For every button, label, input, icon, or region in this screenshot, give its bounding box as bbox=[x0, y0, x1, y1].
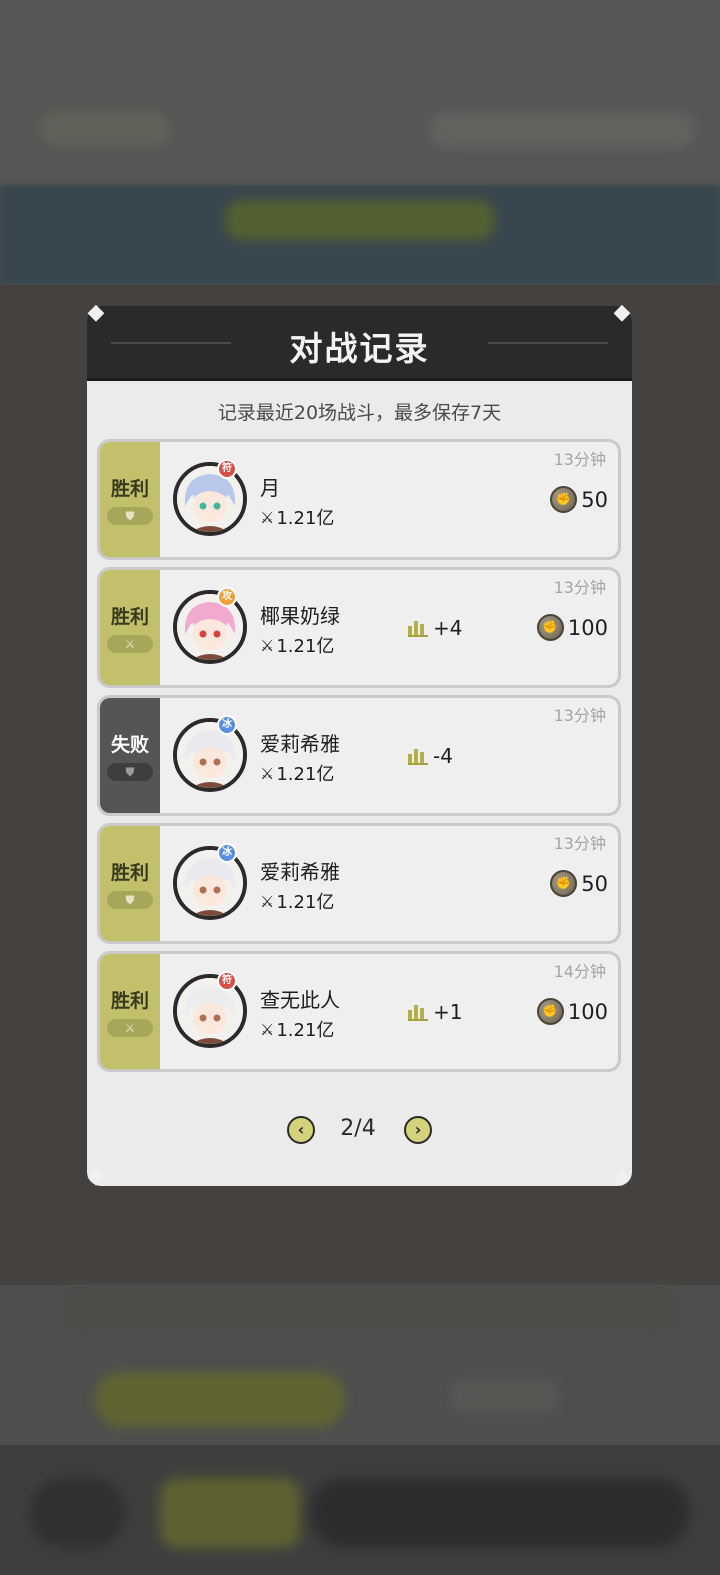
crossed-swords-icon: ⚔ bbox=[260, 763, 275, 783]
crossed-swords-icon: ⚔ bbox=[260, 635, 275, 655]
power-value: ⚔ 1.21亿 bbox=[260, 632, 334, 658]
battle-record-card[interactable]: 胜利 ⛊ 冰 爱莉希雅 ⚔ 1.21亿 13分钟 ✊ 50 bbox=[97, 823, 621, 944]
time-ago: 13分钟 bbox=[553, 834, 606, 853]
rank-change-text: -4 bbox=[433, 744, 453, 768]
reward-amount: 50 bbox=[581, 871, 608, 896]
battle-record-card[interactable]: 胜利 ⛊ 符 月 ⚔ 1.21亿 13分钟 ✊ 50 bbox=[97, 439, 621, 560]
power-text: 1.21亿 bbox=[276, 636, 335, 657]
power-text: 1.21亿 bbox=[276, 764, 335, 785]
opponent-name: 椰果奶绿 bbox=[260, 604, 340, 628]
fist-coin-icon: ✊ bbox=[550, 486, 578, 513]
result-label: 失败 bbox=[110, 734, 149, 756]
bar-chart-icon bbox=[408, 620, 428, 637]
shield-icon: ⛊ bbox=[107, 763, 153, 781]
reward: ✊ 50 bbox=[550, 486, 608, 513]
rank-change: -4 bbox=[408, 744, 453, 768]
chevron-left-icon[interactable]: ‹ bbox=[287, 1116, 315, 1144]
fist-coin-icon: ✊ bbox=[536, 998, 564, 1025]
bar-chart-icon bbox=[408, 748, 428, 765]
power-value: ⚔ 1.21亿 bbox=[260, 504, 334, 530]
battle-record-dialog: 对战记录 记录最近20场战斗，最多保存7天 胜利 ⛊ 符 月 ⚔ 1.21亿 1… bbox=[87, 306, 632, 1186]
reward-amount: 100 bbox=[567, 999, 608, 1024]
element-badge-icon: 冰 bbox=[217, 843, 237, 863]
page-indicator: 2/4 bbox=[340, 1116, 376, 1141]
opponent-name: 爱莉希雅 bbox=[260, 732, 340, 756]
rank-change-text: +1 bbox=[433, 1000, 463, 1024]
crossed-swords-icon: ⚔ bbox=[260, 507, 275, 527]
time-ago: 13分钟 bbox=[553, 578, 606, 597]
shield-icon: ⛊ bbox=[107, 507, 153, 525]
element-badge-icon: 符 bbox=[217, 459, 237, 479]
opponent-name: 月 bbox=[260, 476, 280, 500]
fist-coin-icon: ✊ bbox=[536, 614, 564, 641]
reward-amount: 100 bbox=[567, 615, 608, 640]
result-label: 胜利 bbox=[110, 990, 149, 1012]
rank-change: +4 bbox=[408, 616, 462, 640]
battle-record-card[interactable]: 胜利 ⚔ 符 查无此人 ⚔ 1.21亿 14分钟 +1 ✊ 100 bbox=[97, 951, 621, 1072]
power-text: 1.21亿 bbox=[276, 1020, 335, 1041]
battle-record-card[interactable]: 失败 ⛊ 冰 爱莉希雅 ⚔ 1.21亿 13分钟 -4 bbox=[97, 695, 621, 816]
reward: ✊ 100 bbox=[536, 998, 608, 1025]
rank-change: +1 bbox=[408, 1000, 462, 1024]
element-badge-icon: 符 bbox=[217, 971, 237, 991]
result-column: 胜利 ⚔ bbox=[100, 954, 160, 1069]
dialog-title: 对战记录 bbox=[289, 329, 430, 368]
corner-ornament-icon: ◆ bbox=[613, 300, 631, 325]
result-column: 失败 ⛊ bbox=[100, 698, 160, 813]
time-ago: 14分钟 bbox=[553, 962, 606, 981]
power-value: ⚔ 1.21亿 bbox=[260, 1016, 334, 1042]
dialog-subtitle: 记录最近20场战斗，最多保存7天 bbox=[217, 402, 502, 424]
result-column: 胜利 ⚔ bbox=[100, 570, 160, 685]
shield-icon: ⛊ bbox=[107, 891, 153, 909]
result-column: 胜利 ⛊ bbox=[100, 826, 160, 941]
reward: ✊ 50 bbox=[550, 870, 608, 897]
power-text: 1.21亿 bbox=[276, 508, 335, 529]
bar-chart-icon bbox=[408, 1004, 428, 1021]
result-label: 胜利 bbox=[110, 478, 149, 500]
corner-ornament-icon: ◆ bbox=[613, 1164, 631, 1189]
chevron-right-icon[interactable]: › bbox=[404, 1116, 432, 1144]
crossed-swords-icon: ⚔ bbox=[260, 891, 275, 911]
element-badge-icon: 攻 bbox=[217, 587, 237, 607]
power-text: 1.21亿 bbox=[276, 892, 335, 913]
opponent-name: 查无此人 bbox=[260, 988, 340, 1012]
result-column: 胜利 ⛊ bbox=[100, 442, 160, 557]
power-value: ⚔ 1.21亿 bbox=[260, 760, 334, 786]
reward-amount: 50 bbox=[581, 487, 608, 512]
element-badge-icon: 冰 bbox=[217, 715, 237, 735]
result-label: 胜利 bbox=[110, 862, 149, 884]
reward: ✊ 100 bbox=[536, 614, 608, 641]
power-value: ⚔ 1.21亿 bbox=[260, 888, 334, 914]
sword-icon: ⚔ bbox=[107, 635, 153, 653]
time-ago: 13分钟 bbox=[553, 706, 606, 725]
crossed-swords-icon: ⚔ bbox=[260, 1019, 275, 1039]
fist-coin-icon: ✊ bbox=[550, 870, 578, 897]
sword-icon: ⚔ bbox=[107, 1019, 153, 1037]
corner-ornament-icon: ◆ bbox=[87, 300, 105, 325]
corner-ornament-icon: ◆ bbox=[87, 1164, 105, 1189]
rank-change-text: +4 bbox=[433, 616, 463, 640]
opponent-name: 爱莉希雅 bbox=[260, 860, 340, 884]
result-label: 胜利 bbox=[110, 606, 149, 628]
pagination: ‹ 2/4 › bbox=[87, 1108, 632, 1152]
dialog-header: 对战记录 bbox=[87, 306, 632, 381]
time-ago: 13分钟 bbox=[553, 450, 606, 469]
battle-record-card[interactable]: 胜利 ⚔ 攻 椰果奶绿 ⚔ 1.21亿 13分钟 +4 ✊ 100 bbox=[97, 567, 621, 688]
battle-record-list: 胜利 ⛊ 符 月 ⚔ 1.21亿 13分钟 ✊ 50 胜利 ⚔ 攻 椰果奶绿 ⚔… bbox=[97, 439, 621, 1079]
